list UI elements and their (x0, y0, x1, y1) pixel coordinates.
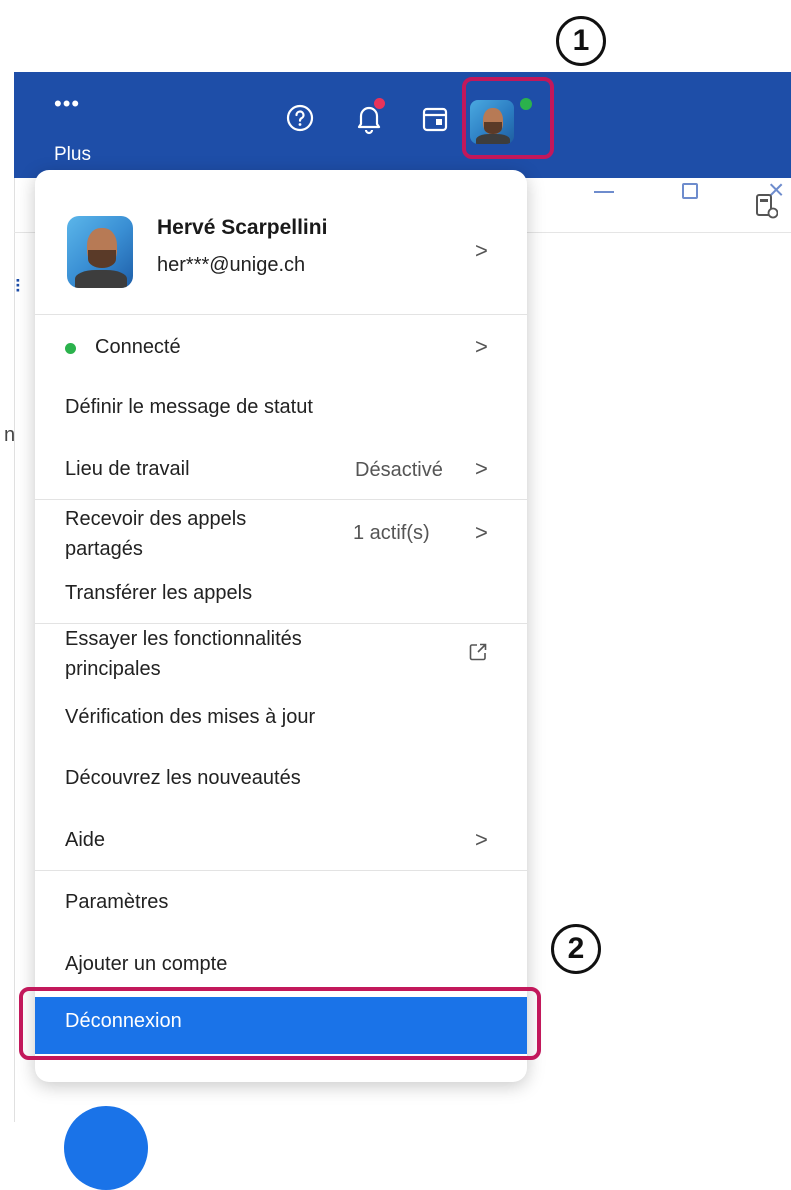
annotation-step-2: 2 (551, 924, 601, 974)
menu-item-set-status-message[interactable]: Définir le message de statut (65, 392, 313, 422)
external-link-icon (469, 643, 487, 661)
menu-divider (35, 870, 527, 871)
profile-name[interactable]: Hervé Scarpellini (157, 216, 327, 240)
menu-item-work-location[interactable]: Lieu de travail (65, 454, 190, 484)
background-avatar (64, 1106, 148, 1190)
calendar-icon[interactable] (420, 104, 450, 134)
menu-item-forward-calls[interactable]: Transférer les appels (65, 578, 252, 608)
menu-item-check-updates[interactable]: Vérification des mises à jour (65, 702, 315, 732)
background-text: n (4, 424, 16, 446)
annotation-step-1: 1 (556, 16, 606, 66)
shared-calls-line2: partagés (65, 538, 143, 560)
more-label[interactable]: Plus (54, 144, 91, 166)
menu-item-help[interactable]: Aide (65, 825, 105, 855)
shared-calls-value: 1 actif(s) (353, 522, 430, 544)
menu-item-status[interactable]: Connecté (95, 332, 181, 362)
panel-border (14, 178, 15, 1122)
try-features-line2: principales (65, 658, 161, 680)
try-features-line1: Essayer les fonctionnalités (65, 628, 302, 650)
menu-item-whats-new[interactable]: Découvrez les nouveautés (65, 763, 301, 793)
question-circle-icon[interactable] (284, 102, 316, 134)
menu-item-shared-calls[interactable]: Recevoir des appels partagés (65, 504, 246, 564)
notification-badge (374, 98, 385, 109)
annotation-highlight-sign-out (19, 987, 541, 1060)
chevron-right-icon[interactable]: > (475, 238, 488, 264)
profile-avatar (67, 216, 133, 288)
profile-email[interactable]: her***@unige.ch (157, 254, 305, 277)
menu-item-add-account[interactable]: Ajouter un compte (65, 949, 227, 979)
chevron-right-icon[interactable]: > (475, 520, 488, 546)
contact-card-icon[interactable] (756, 193, 778, 219)
chevron-right-icon[interactable]: > (475, 827, 488, 853)
online-status-dot-icon (65, 343, 76, 354)
window-top-margin (0, 0, 791, 72)
menu-divider (35, 314, 527, 315)
apps-grid-icon[interactable]: ⠇ (14, 278, 27, 296)
annotation-highlight-avatar (462, 77, 554, 159)
shared-calls-line1: Recevoir des appels (65, 508, 247, 530)
menu-item-try-features[interactable]: Essayer les fonctionnalités principales (65, 624, 302, 684)
minimize-icon[interactable] (594, 191, 614, 193)
chevron-right-icon[interactable]: > (475, 334, 488, 360)
menu-item-settings[interactable]: Paramètres (65, 887, 168, 917)
more-icon[interactable]: ••• (54, 93, 80, 115)
chevron-right-icon[interactable]: > (475, 456, 488, 482)
profile-menu: Hervé Scarpellini her***@unige.ch > Conn… (35, 170, 527, 1082)
work-location-value: Désactivé (355, 459, 443, 481)
app-title-bar: ••• Plus × (14, 72, 791, 204)
maximize-icon[interactable] (682, 183, 698, 199)
menu-divider (35, 499, 527, 500)
